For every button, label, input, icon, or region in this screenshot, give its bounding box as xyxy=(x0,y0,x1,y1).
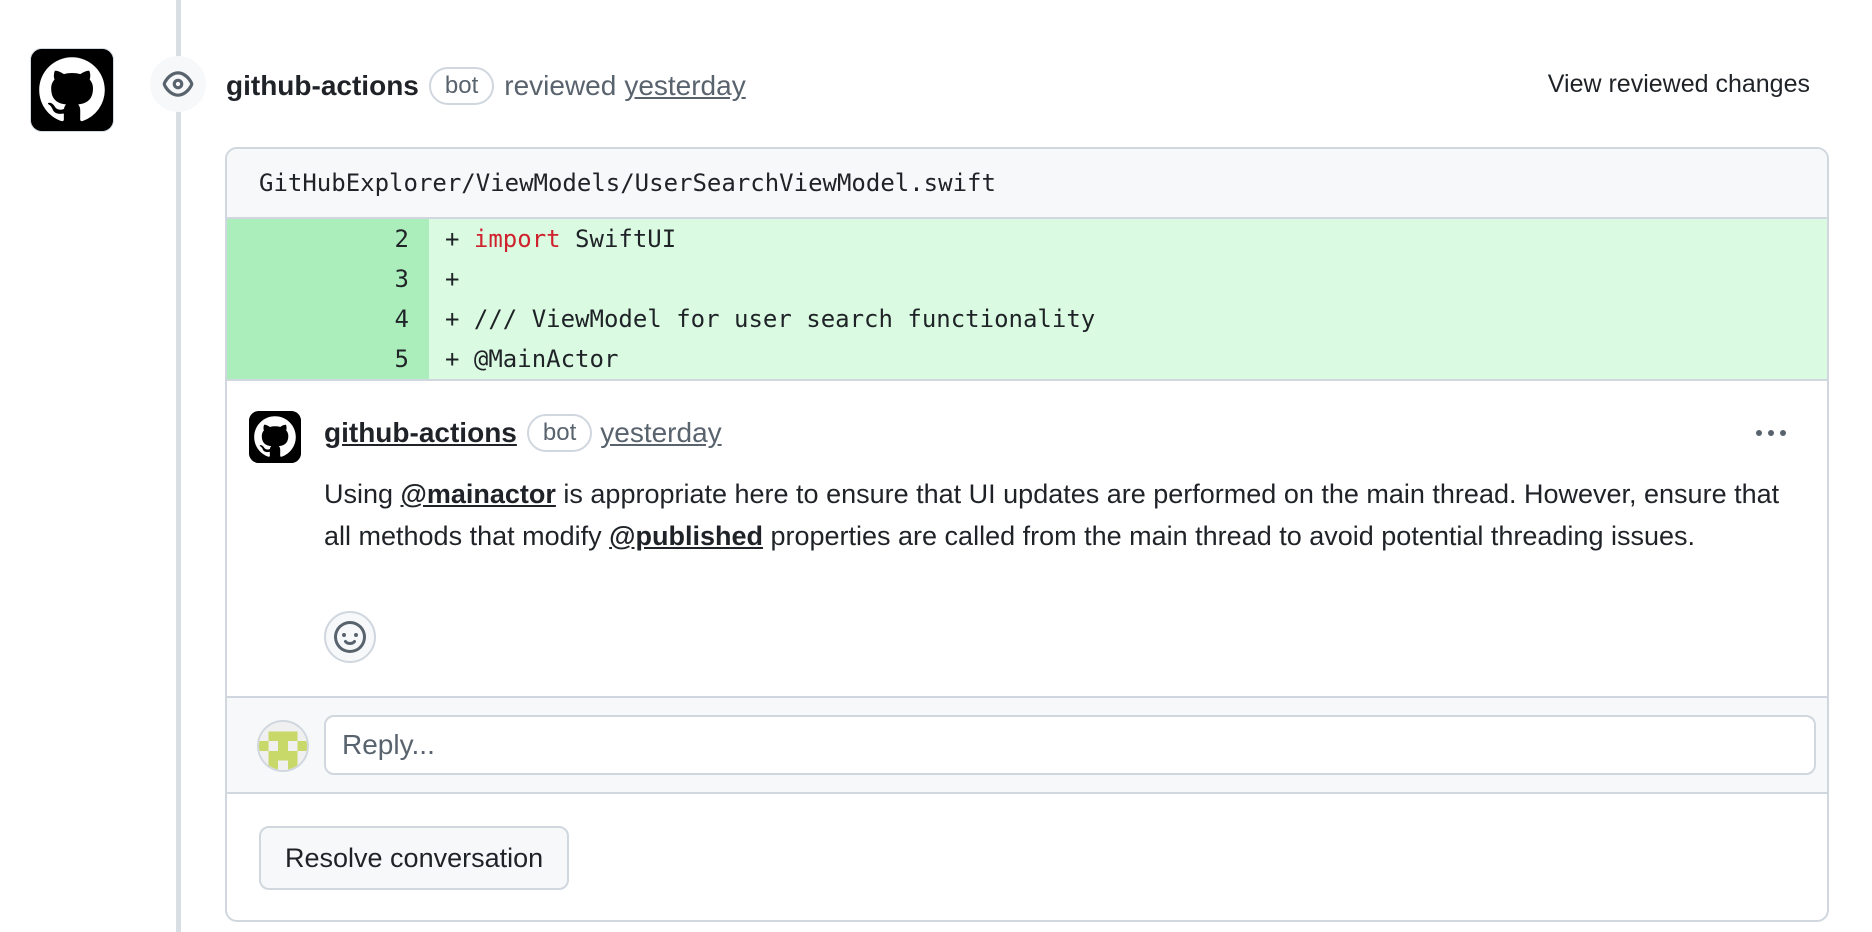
review-type-badge xyxy=(150,56,206,112)
line-number[interactable]: 3 xyxy=(227,259,429,299)
line-code: + @MainActor xyxy=(429,339,1827,379)
github-octocat-icon xyxy=(31,49,113,131)
comment-time-link[interactable]: yesterday xyxy=(600,417,721,449)
line-number[interactable]: 2 xyxy=(227,219,429,259)
reply-input[interactable] xyxy=(324,715,1816,775)
kebab-horizontal-icon xyxy=(1780,430,1786,436)
current-user-avatar[interactable] xyxy=(257,720,309,772)
timeline-line xyxy=(176,0,181,932)
review-header: github-actions bot reviewed yesterday xyxy=(226,66,746,106)
line-number[interactable]: 5 xyxy=(227,339,429,379)
comment-header: github-actions bot yesterday xyxy=(324,413,722,453)
review-comment: github-actions bot yesterday Using @main… xyxy=(227,381,1827,698)
review-author[interactable]: github-actions xyxy=(226,70,419,102)
diff-line: 3 + xyxy=(227,259,1827,299)
comment-author-avatar[interactable] xyxy=(249,411,301,463)
code-text: /// ViewModel for user search functional… xyxy=(473,305,1096,333)
code-keyword: import xyxy=(473,225,561,253)
smiley-icon xyxy=(334,621,366,653)
resolve-conversation-button[interactable]: Resolve conversation xyxy=(259,826,570,890)
file-path[interactable]: GitHubExplorer/ViewModels/UserSearchView… xyxy=(227,149,1827,219)
diff-line: 5 + @MainActor xyxy=(227,339,1827,379)
mention-link[interactable]: @published xyxy=(609,521,763,551)
review-thread: GitHubExplorer/ViewModels/UserSearchView… xyxy=(225,147,1829,922)
diff-line: 4 + /// ViewModel for user search functi… xyxy=(227,299,1827,339)
reply-area xyxy=(227,698,1827,794)
diff-prefix: + xyxy=(445,305,474,333)
add-reaction-button[interactable] xyxy=(324,611,376,663)
code-text: @MainActor xyxy=(473,345,619,373)
review-action: reviewed xyxy=(504,70,617,101)
kebab-horizontal-icon xyxy=(1756,430,1762,436)
diff-line: 2 + import SwiftUI xyxy=(227,219,1827,259)
comment-author[interactable]: github-actions xyxy=(324,417,517,449)
comment-text: properties are called from the main thre… xyxy=(762,521,1695,551)
resolve-area: Resolve conversation xyxy=(227,794,1827,920)
github-actions-avatar[interactable] xyxy=(30,48,114,132)
eye-icon xyxy=(162,71,194,97)
line-code: + import SwiftUI xyxy=(429,219,1827,259)
line-number[interactable]: 4 xyxy=(227,299,429,339)
line-code: + /// ViewModel for user search function… xyxy=(429,299,1827,339)
line-code: + xyxy=(429,259,1827,299)
bot-badge: bot xyxy=(526,414,593,452)
comment-text: Using xyxy=(324,479,401,509)
github-octocat-icon xyxy=(249,411,301,463)
diff-prefix: + xyxy=(445,265,460,293)
view-reviewed-changes-link[interactable]: View reviewed changes xyxy=(1548,70,1810,99)
comment-options-button[interactable] xyxy=(1749,415,1793,451)
diff-prefix: + xyxy=(445,345,474,373)
comment-body: Using @mainactor is appropriate here to … xyxy=(324,473,1784,557)
mention-link[interactable]: @mainactor xyxy=(401,479,556,509)
review-time-link[interactable]: yesterday xyxy=(624,70,745,102)
diff-hunk: 2 + import SwiftUI 3 + 4 + /// ViewModel… xyxy=(227,219,1827,381)
bot-badge: bot xyxy=(428,67,495,105)
kebab-horizontal-icon xyxy=(1768,430,1774,436)
code-text: SwiftUI xyxy=(560,225,677,253)
identicon-icon xyxy=(259,722,307,770)
diff-prefix: + xyxy=(445,225,474,253)
